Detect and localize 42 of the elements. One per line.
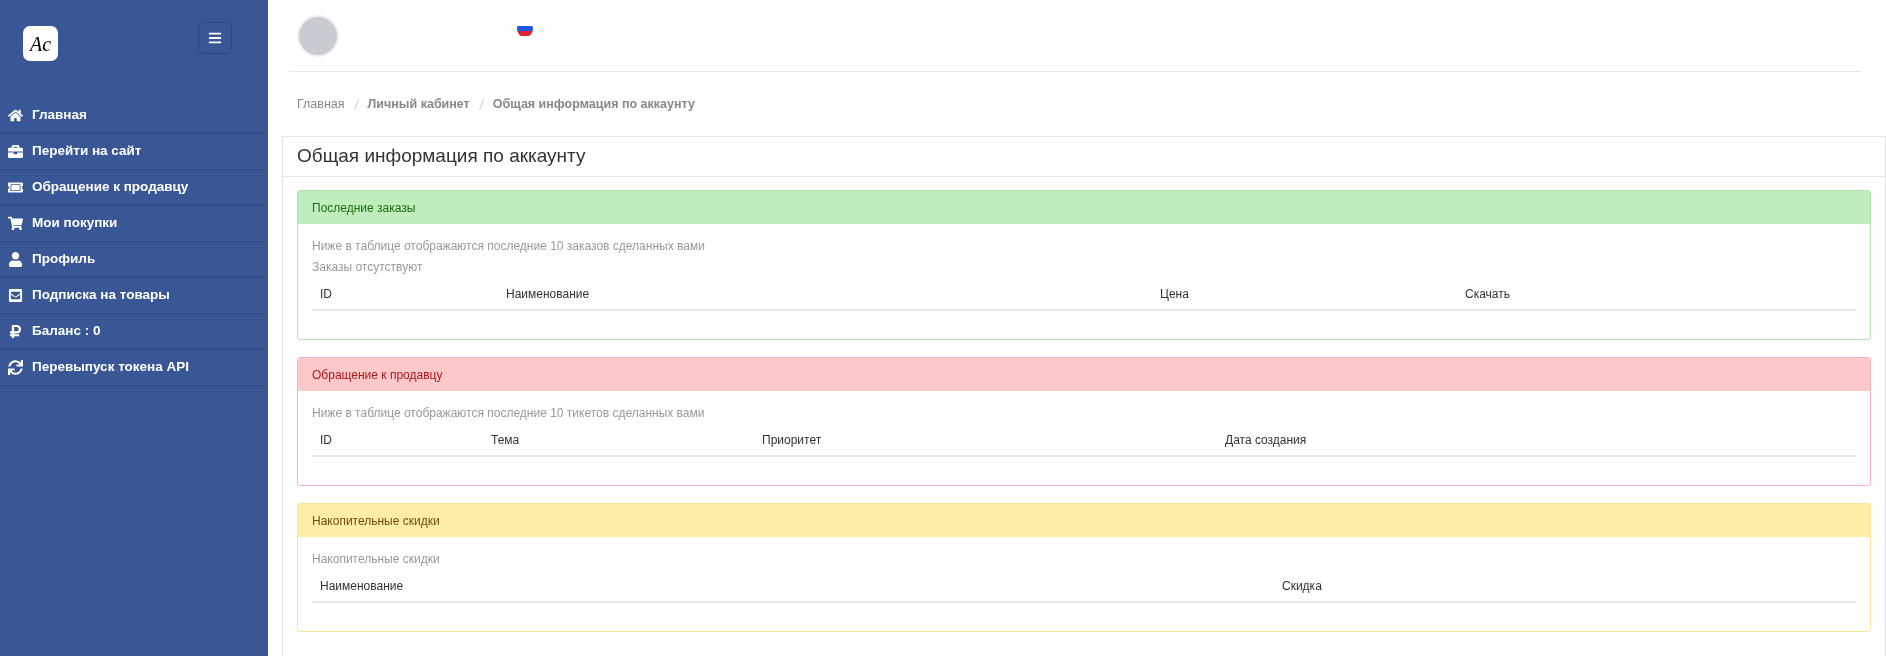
sidebar-item[interactable]: Перейти на сайт (0, 134, 268, 170)
separator-icon (353, 98, 359, 110)
briefcase-icon (8, 144, 23, 159)
panel-heading: Накопительные скидки (298, 504, 1870, 537)
column-header: Наименование (320, 578, 404, 593)
separator-icon (478, 98, 484, 110)
sidebar-item[interactable]: Мои покупки (0, 206, 268, 242)
column-header: ID (320, 432, 332, 447)
panel-note: Ниже в таблице отображаются последние 10 тикетов сделанных вами (312, 405, 706, 422)
column-header: Дата создания (1225, 432, 1307, 447)
column-header: Тема (491, 432, 520, 447)
sidebar-item[interactable]: Профиль (0, 242, 268, 278)
user-icon (8, 252, 23, 267)
refresh-icon (8, 360, 23, 375)
ruble-icon (8, 324, 23, 339)
column-header: Приоритет (762, 432, 822, 447)
sidebar-item[interactable]: Баланс : 0 (0, 314, 268, 350)
column-header: Цена (1160, 286, 1189, 301)
menu-button[interactable] (198, 22, 232, 54)
column-header: Скидка (1282, 578, 1322, 593)
page-title: Общая информация по аккаунту (283, 137, 1885, 177)
sidebar-item[interactable]: Главная (0, 98, 268, 134)
column-header: ID (320, 286, 332, 301)
envelope-icon (8, 288, 23, 303)
column-header: Скачать (1465, 286, 1510, 301)
menu-icon (208, 31, 222, 45)
sidebar-item[interactable]: Подписка на товары (0, 278, 268, 314)
column-header: Наименование (506, 286, 590, 301)
panel-heading: Обращение к продавцу (298, 358, 1870, 391)
panel-note: Накопительные скидки (312, 551, 441, 568)
ticket-icon (8, 180, 23, 195)
breadcrumb-link[interactable]: Личный кабинет (367, 94, 470, 114)
logo[interactable]: Ac (23, 26, 58, 61)
home-icon (8, 108, 23, 123)
sidebar-item[interactable]: Перевыпуск токена API (0, 350, 268, 386)
breadcrumb-link[interactable]: Общая информация по аккаунту (492, 94, 695, 114)
cart-icon (8, 216, 23, 231)
panel-note: Заказы отсутствуют (312, 259, 424, 276)
panel-note: Ниже в таблице отображаются последние 10 заказов сделанных вами (312, 238, 706, 255)
breadcrumb-link[interactable]: Главная (297, 94, 345, 114)
panel-heading: Последние заказы (298, 191, 1870, 224)
sidebar-item[interactable]: Обращение к продавцу (0, 170, 268, 206)
